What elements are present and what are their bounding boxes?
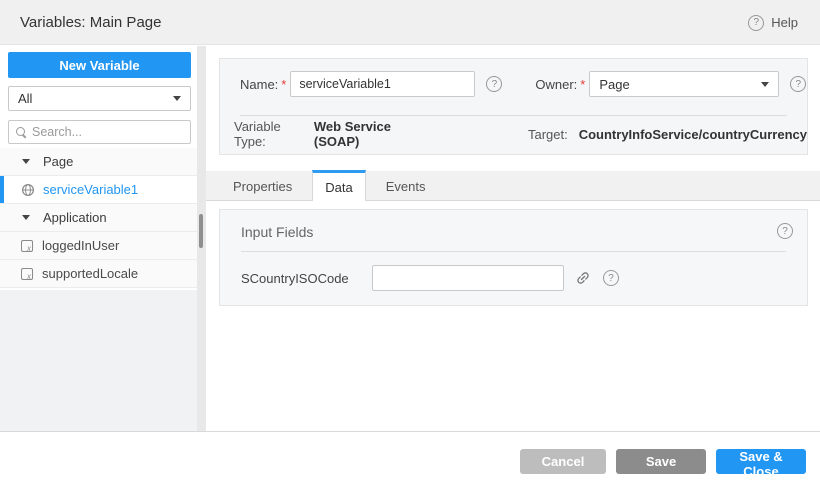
- cancel-button[interactable]: Cancel: [520, 449, 606, 474]
- footer-buttons: Cancel Save Save & Close: [520, 449, 806, 474]
- tree-item-servicevariable1[interactable]: serviceVariable1: [0, 176, 197, 204]
- target-value: CountryInfoService/countryCurrency: [579, 127, 807, 142]
- scountryisocode-input[interactable]: [372, 265, 564, 291]
- required-asterisk: *: [281, 77, 286, 92]
- input-fields-header: Input Fields: [220, 222, 807, 242]
- variable-type-label: Variable Type:: [234, 119, 301, 149]
- search-input[interactable]: [32, 125, 172, 139]
- section-divider: [241, 251, 786, 252]
- save-button[interactable]: Save: [616, 449, 706, 474]
- tab-events[interactable]: Events: [366, 170, 446, 200]
- sidebar-scrollbar-thumb[interactable]: [199, 214, 203, 248]
- name-help-icon[interactable]: [486, 76, 502, 92]
- name-label: Name:: [240, 77, 278, 92]
- tree-group-application[interactable]: Application: [0, 204, 197, 232]
- collapse-triangle-icon: [22, 215, 30, 220]
- field-row-scountryisocode: SCountryISOCode: [220, 264, 807, 292]
- tab-properties[interactable]: Properties: [213, 170, 312, 200]
- target-label: Target:: [528, 127, 568, 142]
- tree-item-label: supportedLocale: [42, 266, 138, 281]
- dialog-footer: Cancel Save Save & Close: [0, 431, 820, 489]
- name-input[interactable]: [290, 71, 475, 97]
- tree-item-supportedlocale[interactable]: supportedLocale: [0, 260, 197, 288]
- filter-value: All: [18, 91, 32, 106]
- tree-item-label: serviceVariable1: [43, 182, 138, 197]
- collapse-triangle-icon: [22, 159, 30, 164]
- sidebar-scrollbar-track[interactable]: [197, 46, 206, 431]
- tree-group-label: Page: [43, 154, 73, 169]
- panel-divider: [240, 115, 787, 116]
- variables-sidebar: New Variable All Page serviceVariable1: [0, 46, 197, 431]
- main-panel: Name: * Owner: * Page Variable Type: Web…: [206, 46, 820, 431]
- owner-label: Owner:: [535, 77, 577, 92]
- web-service-icon: [21, 183, 35, 197]
- variable-type-value: Web Service (SOAP): [314, 119, 417, 149]
- tree-group-label: Application: [43, 210, 107, 225]
- help-link[interactable]: Help: [748, 0, 798, 45]
- sidebar-empty-area: [0, 290, 197, 431]
- tab-bar: Properties Data Events: [206, 171, 820, 201]
- bind-link-icon[interactable]: [574, 269, 592, 287]
- tree-item-loggedinuser[interactable]: loggedInUser: [0, 232, 197, 260]
- dialog-header: Variables: Main Page Help: [0, 0, 820, 45]
- section-help-icon[interactable]: [777, 223, 793, 239]
- selection-bar: [0, 176, 4, 203]
- type-target-row: Variable Type: Web Service (SOAP) Target…: [220, 125, 807, 143]
- help-label: Help: [771, 15, 798, 30]
- owner-value: Page: [599, 77, 629, 92]
- tree-item-label: loggedInUser: [42, 238, 119, 253]
- chevron-down-icon: [761, 82, 769, 87]
- search-icon: [16, 127, 26, 137]
- tab-data[interactable]: Data: [312, 170, 365, 201]
- section-title: Input Fields: [241, 224, 313, 240]
- variable-icon: [21, 240, 33, 252]
- name-owner-row: Name: * Owner: * Page: [220, 71, 807, 97]
- variables-dialog: Variables: Main Page Help New Variable A…: [0, 0, 820, 489]
- save-and-close-button[interactable]: Save & Close: [716, 449, 806, 474]
- new-variable-button[interactable]: New Variable: [8, 52, 191, 78]
- chevron-down-icon: [173, 96, 181, 101]
- input-fields-panel: Input Fields SCountryISOCode: [219, 209, 808, 306]
- filter-dropdown[interactable]: All: [8, 86, 191, 111]
- field-help-icon[interactable]: [603, 270, 619, 286]
- variable-summary-panel: Name: * Owner: * Page Variable Type: Web…: [219, 58, 808, 155]
- required-asterisk: *: [580, 77, 585, 92]
- page-title: Variables: Main Page: [20, 14, 161, 31]
- owner-select[interactable]: Page: [589, 71, 779, 97]
- help-icon: [748, 15, 764, 31]
- owner-help-icon[interactable]: [790, 76, 806, 92]
- variables-tree: Page serviceVariable1 Application logged…: [0, 148, 197, 288]
- search-box: [8, 120, 191, 144]
- variable-icon: [21, 268, 33, 280]
- field-label: SCountryISOCode: [241, 271, 366, 286]
- tree-group-page[interactable]: Page: [0, 148, 197, 176]
